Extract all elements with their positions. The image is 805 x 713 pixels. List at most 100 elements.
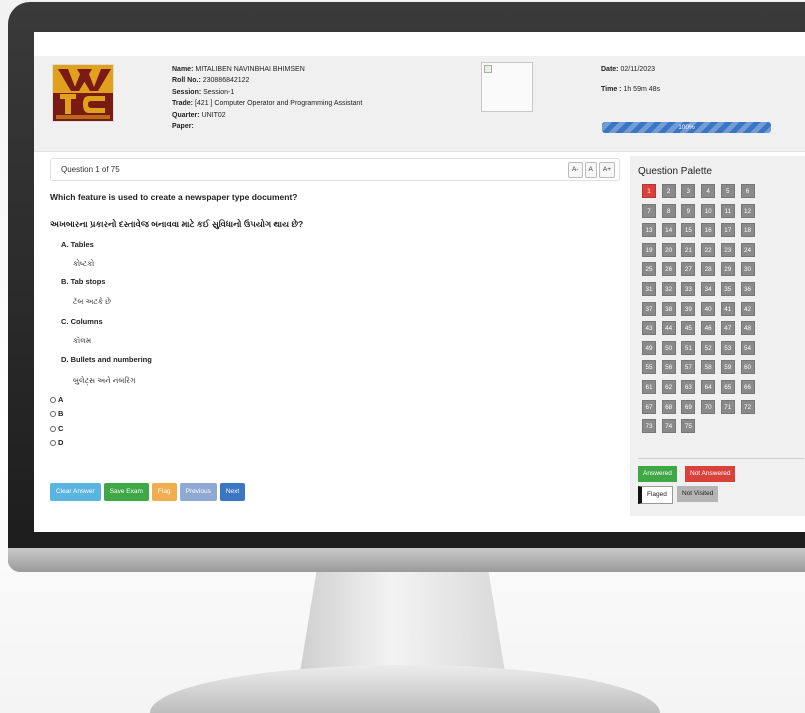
palette-question-50[interactable]: 50 bbox=[661, 340, 676, 355]
palette-question-66[interactable]: 66 bbox=[740, 380, 755, 394]
radio-circle-icon[interactable] bbox=[50, 425, 56, 432]
palette-question-24[interactable]: 24 bbox=[740, 242, 755, 257]
option-b-translation: ટૅબ અટકે છે bbox=[73, 297, 111, 306]
palette-question-21[interactable]: 21 bbox=[681, 242, 696, 257]
palette-question-74[interactable]: 74 bbox=[661, 419, 676, 434]
palette-question-38[interactable]: 38 bbox=[661, 301, 676, 316]
answer-radio-c[interactable]: C bbox=[50, 424, 63, 433]
palette-question-27[interactable]: 27 bbox=[681, 262, 696, 277]
palette-question-25[interactable]: 25 bbox=[642, 262, 656, 277]
clear-answer-button[interactable]: Clear Answer bbox=[50, 483, 101, 501]
palette-question-57[interactable]: 57 bbox=[681, 360, 696, 375]
previous-button[interactable]: Previous bbox=[179, 483, 217, 501]
palette-question-48[interactable]: 48 bbox=[740, 321, 755, 336]
palette-question-45[interactable]: 45 bbox=[681, 321, 696, 336]
roll-number-row: Roll No.: 230886842122 bbox=[172, 77, 250, 85]
palette-question-72[interactable]: 72 bbox=[740, 399, 755, 414]
palette-question-18[interactable]: 18 bbox=[740, 223, 755, 238]
palette-question-19[interactable]: 19 bbox=[642, 242, 656, 257]
palette-question-5[interactable]: 5 bbox=[720, 184, 735, 198]
palette-question-32[interactable]: 32 bbox=[661, 282, 676, 296]
palette-question-36[interactable]: 36 bbox=[740, 282, 755, 296]
palette-question-70[interactable]: 70 bbox=[701, 399, 716, 414]
palette-question-41[interactable]: 41 bbox=[720, 301, 735, 316]
palette-question-49[interactable]: 49 bbox=[642, 340, 656, 355]
font-decrease-button[interactable]: A- bbox=[568, 162, 583, 178]
font-increase-button[interactable]: A+ bbox=[598, 162, 615, 178]
palette-question-14[interactable]: 14 bbox=[661, 223, 676, 238]
quarter-row: Quarter: UNIT02 bbox=[172, 111, 226, 119]
palette-question-58[interactable]: 58 bbox=[701, 360, 716, 375]
palette-question-11[interactable]: 11 bbox=[720, 203, 735, 218]
palette-question-29[interactable]: 29 bbox=[720, 262, 735, 277]
option-d-label: D. Bullets and numbering bbox=[61, 355, 152, 364]
radio-circle-icon[interactable] bbox=[50, 396, 56, 403]
palette-question-42[interactable]: 42 bbox=[740, 301, 755, 316]
palette-question-4[interactable]: 4 bbox=[701, 184, 716, 198]
palette-question-54[interactable]: 54 bbox=[740, 340, 755, 355]
radio-circle-icon[interactable] bbox=[50, 439, 56, 446]
answer-radio-a[interactable]: A bbox=[50, 395, 63, 404]
palette-question-8[interactable]: 8 bbox=[661, 203, 676, 218]
palette-question-65[interactable]: 65 bbox=[720, 380, 735, 394]
palette-question-40[interactable]: 40 bbox=[701, 301, 716, 316]
palette-question-59[interactable]: 59 bbox=[720, 360, 735, 375]
palette-question-33[interactable]: 33 bbox=[681, 282, 696, 296]
palette-question-75[interactable]: 75 bbox=[681, 419, 696, 434]
palette-question-17[interactable]: 17 bbox=[720, 223, 735, 238]
palette-question-56[interactable]: 56 bbox=[661, 360, 676, 375]
palette-question-63[interactable]: 63 bbox=[681, 380, 696, 394]
palette-question-23[interactable]: 23 bbox=[720, 242, 735, 257]
palette-question-22[interactable]: 22 bbox=[701, 242, 716, 257]
candidate-details: Name: MITALIBEN NAVINBHAI BHIMSEN Roll N… bbox=[172, 64, 362, 132]
palette-question-28[interactable]: 28 bbox=[701, 262, 716, 277]
palette-question-26[interactable]: 26 bbox=[661, 262, 676, 277]
palette-question-3[interactable]: 3 bbox=[681, 184, 696, 198]
palette-question-51[interactable]: 51 bbox=[681, 340, 696, 355]
palette-question-31[interactable]: 31 bbox=[642, 282, 656, 296]
next-button[interactable]: Next bbox=[219, 483, 246, 501]
palette-question-71[interactable]: 71 bbox=[720, 399, 735, 414]
palette-question-68[interactable]: 68 bbox=[661, 399, 676, 414]
palette-question-62[interactable]: 62 bbox=[661, 380, 676, 394]
answer-radio-d[interactable]: D bbox=[50, 438, 63, 447]
radio-circle-icon[interactable] bbox=[50, 410, 56, 417]
save-exam-button[interactable]: Save Exam bbox=[103, 483, 149, 501]
palette-question-34[interactable]: 34 bbox=[701, 282, 716, 296]
palette-question-12[interactable]: 12 bbox=[740, 203, 755, 218]
exam-date-time: Date: 02/11/2023 Time : 1h 59m 48s bbox=[601, 64, 660, 93]
palette-question-46[interactable]: 46 bbox=[701, 321, 716, 336]
palette-question-43[interactable]: 43 bbox=[642, 321, 656, 336]
palette-question-55[interactable]: 55 bbox=[642, 360, 656, 375]
palette-question-13[interactable]: 13 bbox=[642, 223, 656, 238]
palette-question-52[interactable]: 52 bbox=[701, 340, 716, 355]
palette-question-16[interactable]: 16 bbox=[701, 223, 716, 238]
candidate-name-row: Name: MITALIBEN NAVINBHAI BHIMSEN bbox=[172, 66, 305, 73]
palette-question-20[interactable]: 20 bbox=[661, 242, 676, 257]
palette-question-2[interactable]: 2 bbox=[661, 184, 676, 198]
palette-question-44[interactable]: 44 bbox=[661, 321, 676, 336]
palette-question-1[interactable]: 1 bbox=[642, 184, 656, 198]
palette-question-9[interactable]: 9 bbox=[681, 203, 696, 218]
palette-question-61[interactable]: 61 bbox=[642, 380, 656, 394]
palette-question-64[interactable]: 64 bbox=[701, 380, 716, 394]
flag-button[interactable]: Flag bbox=[151, 483, 177, 501]
candidate-header: Name: MITALIBEN NAVINBHAI BHIMSEN Roll N… bbox=[34, 56, 805, 152]
session-row: Session: Session-1 bbox=[172, 88, 235, 96]
palette-question-10[interactable]: 10 bbox=[701, 203, 716, 218]
palette-question-69[interactable]: 69 bbox=[681, 399, 696, 414]
font-reset-button[interactable]: A bbox=[584, 162, 597, 178]
palette-question-7[interactable]: 7 bbox=[642, 203, 656, 218]
palette-question-15[interactable]: 15 bbox=[681, 223, 696, 238]
palette-question-47[interactable]: 47 bbox=[720, 321, 735, 336]
palette-question-60[interactable]: 60 bbox=[740, 360, 755, 375]
palette-question-6[interactable]: 6 bbox=[740, 184, 755, 198]
palette-question-37[interactable]: 37 bbox=[642, 301, 656, 316]
palette-question-39[interactable]: 39 bbox=[681, 301, 696, 316]
palette-question-35[interactable]: 35 bbox=[720, 282, 735, 296]
palette-question-73[interactable]: 73 bbox=[642, 419, 656, 434]
palette-question-53[interactable]: 53 bbox=[720, 340, 735, 355]
palette-question-30[interactable]: 30 bbox=[740, 262, 755, 277]
answer-radio-b[interactable]: B bbox=[50, 409, 63, 418]
palette-question-67[interactable]: 67 bbox=[642, 399, 656, 414]
